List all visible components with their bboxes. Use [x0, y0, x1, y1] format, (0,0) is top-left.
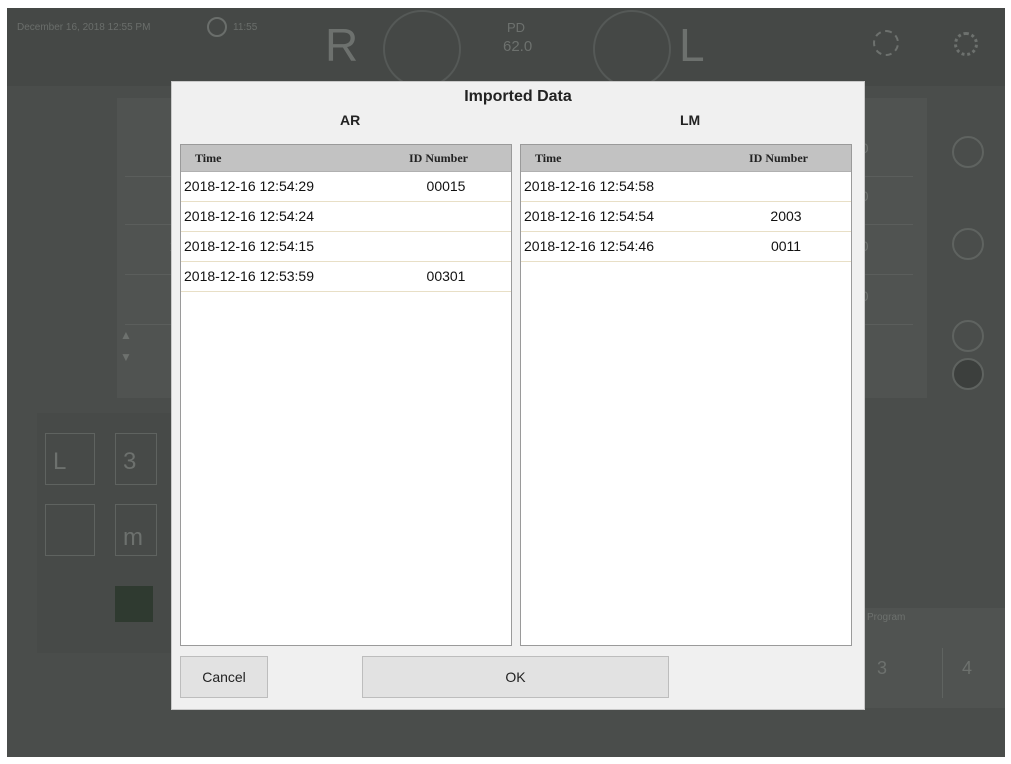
lm-row[interactable]: 2018-12-16 12:54:58 — [521, 172, 851, 202]
row-time: 2018-12-16 12:54:46 — [524, 238, 654, 254]
program-label: Program — [867, 612, 906, 623]
tile-text: m — [123, 524, 143, 551]
arrow-up-icon[interactable]: ▲ — [120, 328, 132, 342]
ar-list-header: Time ID Number — [181, 145, 511, 172]
ar-row[interactable]: 2018-12-16 12:54:15 — [181, 232, 511, 262]
program-4-button[interactable]: 4 — [962, 658, 972, 679]
lm-list-header: Time ID Number — [521, 145, 851, 172]
arrow-down-icon[interactable]: ▼ — [120, 350, 132, 364]
color-block[interactable] — [115, 586, 153, 622]
gear-icon[interactable] — [954, 32, 978, 56]
row-time: 2018-12-16 12:53:59 — [184, 268, 314, 284]
ar-list[interactable]: Time ID Number 2018-12-16 12:54:29 00015… — [180, 144, 512, 646]
ar-row[interactable]: 2018-12-16 12:53:59 00301 — [181, 262, 511, 292]
ar-section-title: AR — [340, 112, 361, 128]
timer-icon — [207, 17, 227, 37]
pd-value: 62.0 — [503, 38, 533, 55]
pd-label: PD — [507, 20, 526, 35]
row-time: 2018-12-16 12:54:29 — [184, 178, 314, 194]
tile-text: 3 — [123, 448, 137, 475]
tile-text: L — [53, 448, 67, 475]
row-time: 2018-12-16 12:54:54 — [524, 208, 654, 224]
lm-list[interactable]: Time ID Number 2018-12-16 12:54:58 2018-… — [520, 144, 852, 646]
top-bar: December 16, 2018 12:55 PM 11:55 R PD 62… — [7, 8, 1005, 88]
row-time: 2018-12-16 12:54:15 — [184, 238, 314, 254]
row-time: 2018-12-16 12:54:24 — [184, 208, 314, 224]
time-column-header: Time — [535, 151, 562, 165]
dialog-title: Imported Data — [464, 88, 572, 105]
row-id: 2003 — [770, 208, 802, 224]
lm-row[interactable]: 2018-12-16 12:54:54 2003 — [521, 202, 851, 232]
cancel-button[interactable]: Cancel — [180, 656, 268, 698]
help-icon[interactable] — [952, 358, 984, 390]
id-column-header: ID Number — [749, 151, 808, 165]
ar-row[interactable]: 2018-12-16 12:54:29 00015 — [181, 172, 511, 202]
divider — [942, 648, 943, 698]
row-id: 00301 — [426, 268, 466, 284]
row-id: 0011 — [770, 238, 802, 254]
timer-text: 11:55 — [233, 22, 258, 33]
ok-button[interactable]: OK — [362, 656, 669, 698]
ar-row[interactable]: 2018-12-16 12:54:24 — [181, 202, 511, 232]
left-eye-label[interactable]: L — [679, 18, 705, 72]
id-column-header: ID Number — [409, 151, 468, 165]
left-lens-circle-icon[interactable] — [593, 10, 671, 88]
tile[interactable] — [45, 504, 95, 556]
right-eye-label[interactable]: R — [325, 18, 358, 72]
date-time-text: December 16, 2018 12:55 PM — [17, 22, 151, 33]
eye-measure-icon[interactable] — [952, 136, 984, 168]
time-column-header: Time — [195, 151, 222, 165]
lm-section-title: LM — [680, 112, 701, 128]
program-3-button[interactable]: 3 — [877, 658, 887, 679]
row-time: 2018-12-16 12:54:58 — [524, 178, 654, 194]
imported-data-dialog: Imported Data AR LM Time ID Number 2018-… — [172, 82, 864, 709]
right-lens-circle-icon[interactable] — [383, 10, 461, 88]
pattern-icon[interactable] — [952, 320, 984, 352]
lens-measure-icon[interactable] — [952, 228, 984, 260]
lm-row[interactable]: 2018-12-16 12:54:46 0011 — [521, 232, 851, 262]
row-id: 00015 — [426, 178, 466, 194]
brightness-icon[interactable] — [873, 30, 899, 56]
